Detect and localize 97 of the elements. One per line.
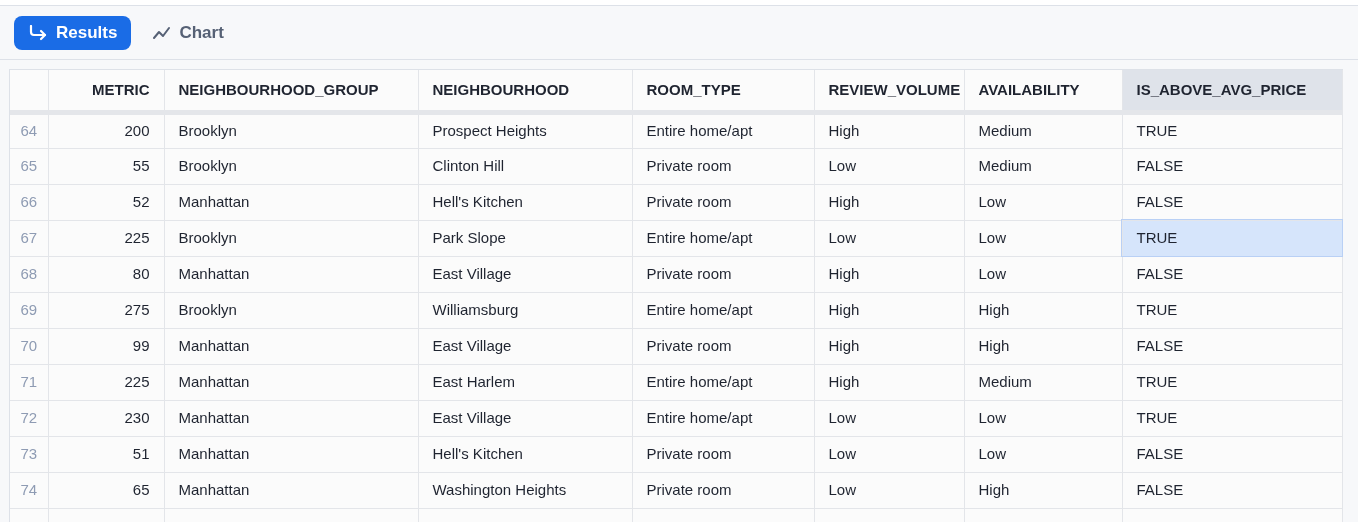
table-cell: Hell's Kitchen [418,184,632,220]
table-cell: Washington Heights [418,472,632,508]
table-cell: 200 [48,112,164,148]
row-number: 64 [10,112,48,148]
table-cell: TRUE [1122,220,1342,256]
table-cell: FALSE [1122,436,1342,472]
table-cell: Williamsburg [418,292,632,328]
table-cell: 225 [48,220,164,256]
table-cell: Private room [632,148,814,184]
table-cell: High [964,328,1122,364]
table-cell: 51 [48,436,164,472]
row-number: 67 [10,220,48,256]
column-header[interactable]: ROOM_TYPE [632,70,814,112]
table-cell: Medium [964,364,1122,400]
row-number: 69 [10,292,48,328]
column-header[interactable]: AVAILABILITY [964,70,1122,112]
row-number: 68 [10,256,48,292]
column-header[interactable]: REVIEW_VOLUME [814,70,964,112]
row-number: 65 [10,148,48,184]
table-cell: Low [964,184,1122,220]
table-cell: High [814,112,964,148]
table-cell: Manhattan [164,364,418,400]
table-cell: TRUE [1122,400,1342,436]
row-number: 71 [10,364,48,400]
table-cell: Low [814,220,964,256]
table-cell: Park Slope [418,220,632,256]
table-cell: Private room [632,328,814,364]
table-cell: High [814,328,964,364]
row-number: 70 [10,328,48,364]
table-cell: Manhattan [164,400,418,436]
row-number: 72 [10,400,48,436]
table-cell: Private room [632,472,814,508]
table-cell: Brooklyn [164,148,418,184]
table-cell: Low [964,436,1122,472]
table-cell: Private room [632,436,814,472]
table-cell: Entire home/apt [632,292,814,328]
table-cell: Entire home/apt [632,220,814,256]
table-cell: Private room [632,256,814,292]
table-cell: 225 [48,364,164,400]
table-cell: Manhattan [164,472,418,508]
table-cell: Prospect Heights [418,112,632,148]
table-cell: 65 [48,472,164,508]
table-cell: Manhattan [164,328,418,364]
column-header[interactable]: NEIGHBOURHOOD [418,70,632,112]
table-cell: Hell's Kitchen [418,436,632,472]
table-cell: 52 [48,184,164,220]
column-header[interactable]: IS_ABOVE_AVG_PRICE [1122,70,1342,112]
table-cell: Medium [964,148,1122,184]
table-cell: Low [814,436,964,472]
tab[interactable]: Results [14,15,132,50]
tab[interactable]: Chart [143,15,234,50]
table-cell: Brooklyn [164,112,418,148]
table-cell: High [814,256,964,292]
table-cell: 230 [48,400,164,436]
row-number: 66 [10,184,48,220]
table-cell: 80 [48,256,164,292]
table-cell: 275 [48,292,164,328]
table-cell: Manhattan [164,436,418,472]
row-number: 73 [10,436,48,472]
column-header[interactable]: METRIC [48,70,164,112]
table-cell: High [814,364,964,400]
table-cell: East Village [418,400,632,436]
table-cell: Manhattan [164,256,418,292]
table-cell: 99 [48,328,164,364]
table-cell: TRUE [1122,292,1342,328]
table-cell: Brooklyn [164,220,418,256]
table-cell: High [964,292,1122,328]
line-chart-icon [153,25,172,40]
table-cell: Entire home/apt [632,400,814,436]
column-header[interactable]: NEIGHBOURHOOD_GROUP [164,70,418,112]
table-cell: Clinton Hill [418,148,632,184]
table-cell: East Village [418,256,632,292]
table-cell: Low [814,400,964,436]
table-cell: FALSE [1122,256,1342,292]
table-cell: Low [964,256,1122,292]
table-cell: Entire home/apt [632,364,814,400]
table-cell: Manhattan [164,184,418,220]
table-cell: East Harlem [418,364,632,400]
table-cell: TRUE [1122,112,1342,148]
table-cell: Brooklyn [164,292,418,328]
table-cell: Private room [632,184,814,220]
return-arrow-icon [28,24,48,41]
table-cell: High [814,184,964,220]
table-cell: Low [814,148,964,184]
table-cell: Low [814,472,964,508]
table-cell: Low [964,400,1122,436]
table-cell: East Village [418,328,632,364]
table-cell: Medium [964,112,1122,148]
table-cell: FALSE [1122,472,1342,508]
table-cell: 55 [48,148,164,184]
table-cell: High [814,292,964,328]
table-cell: FALSE [1122,148,1342,184]
table-cell: FALSE [1122,328,1342,364]
table-cell: Entire home/apt [632,112,814,148]
row-number: 74 [10,472,48,508]
table-cell: High [964,472,1122,508]
table-cell: TRUE [1122,364,1342,400]
